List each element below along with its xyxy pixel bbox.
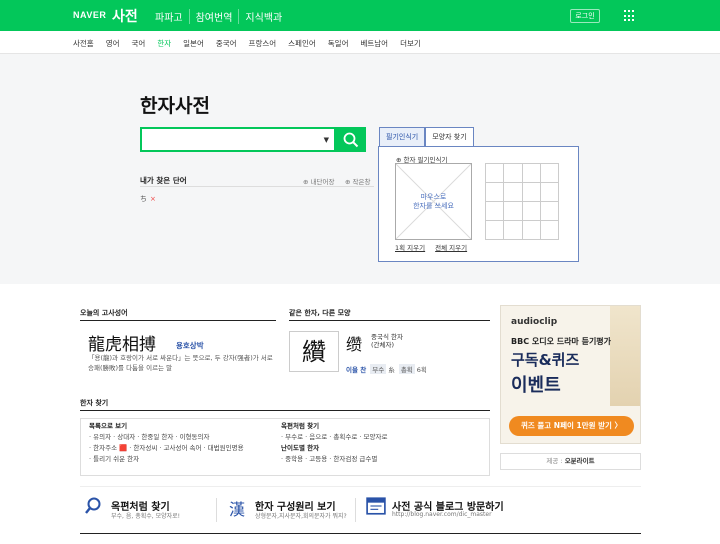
- my-wordbook-link[interactable]: ⊕ 내단어장: [303, 176, 334, 186]
- apps-grid-icon[interactable]: [624, 10, 636, 22]
- divider: [140, 186, 374, 187]
- similar-char-meta: 이을 찬 부수 糸 총획 6획: [346, 364, 427, 374]
- find-level-links[interactable]: · 중학용 · 고등용 · 한자검정 급수별: [281, 454, 387, 465]
- similar-reading[interactable]: 이을 찬: [346, 366, 366, 374]
- search-input[interactable]: ▼: [140, 127, 336, 152]
- divider: [355, 498, 356, 522]
- nav-translation[interactable]: 참여번역: [188, 9, 239, 24]
- section-divider: [80, 320, 276, 321]
- section-divider: [289, 320, 490, 321]
- handwriting-panel: ⊕ 한자 필기인식기 마우스로 한자를 쓰세요 1획 지우기 전체 지우기: [378, 146, 579, 262]
- recent-word-item[interactable]: ち ×: [140, 194, 156, 204]
- nav-papago[interactable]: 파파고: [149, 9, 189, 24]
- proverb-description: 「용(龍)과 호랑이가 서로 싸운다」는 뜻으로, 두 강자(强者)가 서로 승…: [88, 354, 273, 372]
- similar-char[interactable]: 缵: [346, 331, 362, 355]
- search-icon: [85, 497, 101, 514]
- undo-stroke-link[interactable]: 1획 지우기: [395, 242, 425, 252]
- top-nav: 파파고 참여번역 지식백과: [149, 9, 288, 24]
- handwriting-tabs: 필기인식기 모양자 찾기: [379, 127, 474, 146]
- clear-all-link[interactable]: 전체 지우기: [435, 242, 467, 252]
- dropdown-caret-icon[interactable]: ▼: [324, 136, 329, 144]
- find-okpyeon-column: 옥편처럼 찾기 · 부수로 · 음으로 · 총획수로 · 모양자로 난이도별 한…: [281, 422, 388, 465]
- find-list-column: 목록으로 보기 · 유의자 · 상대자 · 한중일 한자 · 이형동의자 · 한…: [89, 422, 244, 465]
- dictionary-nav: 사전홈 영어 국어 한자 일본어 중국어 프랑스어 스페인어 독일어 베트남어 …: [0, 31, 720, 56]
- footer-divider: [80, 533, 641, 534]
- similar-section-title: 같은 한자, 다른 모양: [289, 309, 351, 317]
- similar-char-tag: 중국식 한자 (간체자): [371, 333, 403, 349]
- search-area: [0, 54, 720, 284]
- naver-logo[interactable]: NAVER: [73, 10, 106, 20]
- recent-words-title: 내가 찾은 단어: [140, 176, 187, 185]
- ad-background-art: [610, 306, 640, 406]
- search-icon: [343, 132, 359, 148]
- similar-char-big[interactable]: 纘: [289, 331, 339, 372]
- search-button[interactable]: [336, 127, 366, 152]
- hanja-icon: 漢: [229, 500, 246, 519]
- delete-icon[interactable]: ×: [150, 195, 156, 203]
- ad-cta-button[interactable]: 퀴즈 풀고 N페이 1만원 받기 〉: [509, 416, 634, 436]
- login-button[interactable]: 로그인: [570, 9, 600, 23]
- candidate-grid[interactable]: [485, 163, 559, 240]
- section-divider: [80, 410, 490, 411]
- nav-encyclopedia[interactable]: 지식백과: [238, 9, 288, 24]
- ad-line2: 구독&퀴즈: [511, 351, 580, 369]
- find-list-links-2[interactable]: · 한자주소 🟥 · 한자성씨 · 고사성어 속어 · 대법원인명용: [89, 443, 244, 454]
- proverb-reading[interactable]: 용호상박: [176, 340, 204, 351]
- small-window-link[interactable]: ⊕ 작은창: [345, 176, 370, 186]
- find-list-links-1[interactable]: · 유의자 · 상대자 · 한중일 한자 · 이형동의자: [89, 432, 244, 443]
- ad-line3: 이벤트: [511, 375, 561, 396]
- audioclip-ad[interactable]: audioclip BBC 오디오 드라마 듣기평가 구독&퀴즈 이벤트 퀴즈 …: [500, 305, 641, 444]
- find-list-links-3[interactable]: · 틀리기 쉬운 한자: [89, 454, 244, 465]
- tab-handwriting[interactable]: 필기인식기: [379, 127, 426, 146]
- service-title[interactable]: 사전: [112, 6, 138, 26]
- top-header: NAVER 사전 파파고 참여번역 지식백과 로그인: [0, 0, 720, 31]
- divider: [80, 486, 641, 487]
- blog-icon: [366, 497, 386, 515]
- ad-provider: 제공 : 오분라이트: [500, 453, 641, 470]
- ad-brand: audioclip: [511, 317, 558, 327]
- find-okpyeon-links[interactable]: · 부수로 · 음으로 · 총획수로 · 모양자로: [281, 432, 387, 443]
- divider: [216, 498, 217, 522]
- tab-shape-search[interactable]: 모양자 찾기: [425, 127, 474, 146]
- ad-line1: BBC 오디오 드라마 듣기평가: [511, 337, 612, 346]
- page-title: 한자사전: [140, 95, 210, 117]
- handwriting-hint: 마우스로 한자를 쓰세요: [413, 193, 454, 210]
- proverb-hanja[interactable]: 龍虎相搏: [88, 330, 156, 355]
- find-section-title: 한자 찾기: [80, 399, 109, 407]
- proverb-section-title: 오늘의 고사성어: [80, 309, 128, 317]
